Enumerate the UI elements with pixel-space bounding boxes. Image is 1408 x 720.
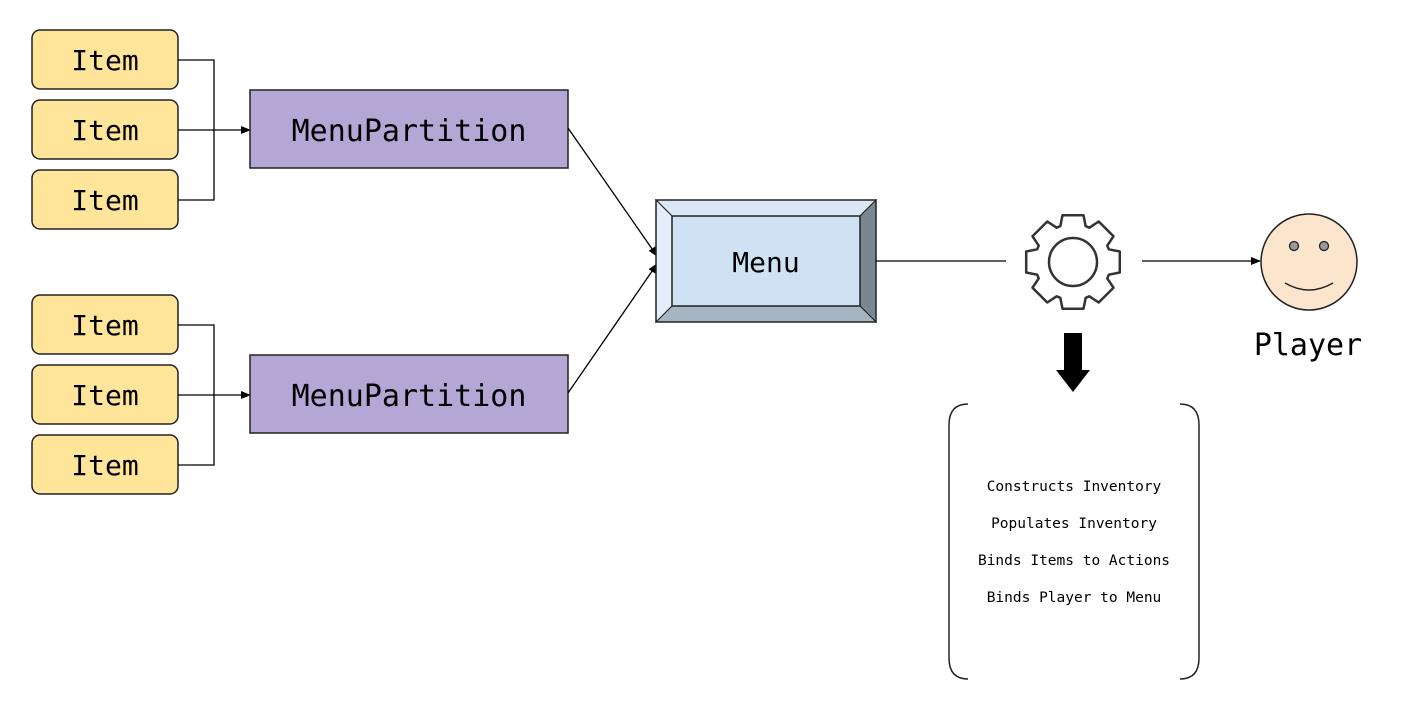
responsibility-item: Constructs Inventory [987, 479, 1162, 495]
responsibility-item: Binds Items to Actions [978, 553, 1170, 569]
item-group-top: Item Item Item MenuPartition [31, 29, 569, 230]
connector [178, 324, 215, 466]
left-bracket [948, 403, 969, 680]
player-label: Player [1254, 328, 1362, 363]
item-label: Item [71, 379, 138, 412]
right-bracket [1179, 403, 1200, 680]
arrow [567, 127, 658, 257]
item-label: Item [71, 184, 138, 217]
down-arrow-icon [1056, 333, 1090, 392]
connector [178, 59, 215, 201]
arrow [567, 263, 658, 394]
item-group-bottom: Item Item Item MenuPartition [31, 294, 569, 495]
item-label: Item [71, 114, 138, 147]
item-label: Item [71, 44, 138, 77]
responsibility-item: Binds Player to Menu [987, 590, 1162, 606]
menu-partition-label: MenuPartition [292, 114, 527, 149]
item-label: Item [71, 449, 138, 482]
responsibilities-list: Constructs Inventory Populates Inventory… [948, 403, 1200, 680]
menu-box: Menu [654, 198, 878, 324]
menu-partition-label: MenuPartition [292, 379, 527, 414]
architecture-diagram: Item Item Item MenuPartition Item Item I… [31, 29, 1362, 680]
responsibility-item: Populates Inventory [991, 516, 1157, 532]
gear-icon [1024, 213, 1122, 311]
item-label: Item [71, 309, 138, 342]
player: Player [1254, 213, 1362, 363]
menu-label: Menu [732, 246, 799, 279]
smiley-face-icon [1260, 213, 1358, 311]
